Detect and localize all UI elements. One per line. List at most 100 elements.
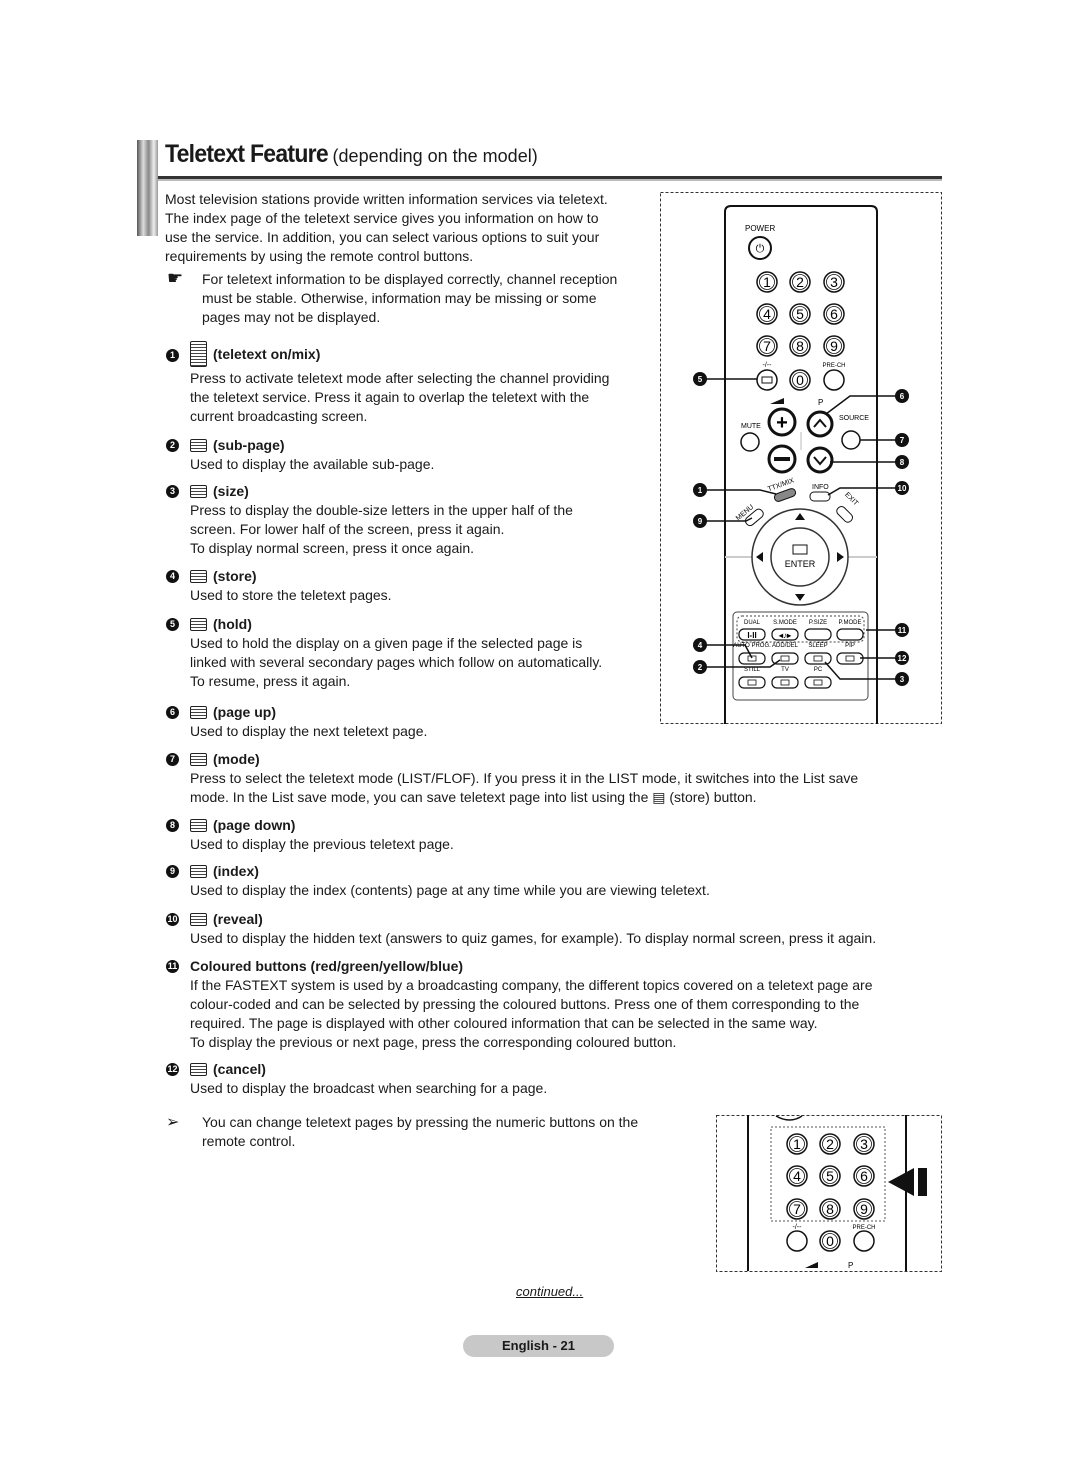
teletext-button-icon (190, 753, 207, 766)
info-label: INFO (812, 484, 829, 491)
teletext-button-icon (190, 618, 207, 631)
digit-label: 2 (796, 274, 804, 290)
teletext-button-icon (190, 1063, 207, 1076)
panel-button-label: ◂♪▸ (778, 631, 792, 640)
digit-label: 6 (860, 1168, 868, 1184)
panel-label: P.SIZE (809, 620, 827, 626)
text-line: Press to select the teletext mode (LIST/… (190, 770, 859, 786)
p-label: P (818, 398, 823, 407)
callout-number: 2 (698, 663, 703, 672)
text-line: the teletext service. Press it again to … (190, 389, 590, 405)
title-rule (158, 176, 942, 179)
item-number-badge: 4 (166, 570, 179, 583)
digit-label: 3 (830, 274, 838, 290)
digit-label: 7 (793, 1201, 801, 1217)
item-title: (sub-page) (213, 437, 285, 453)
dash-label: -/-- (763, 362, 773, 369)
intro-paragraph: Most television stations provide written… (165, 190, 608, 266)
p-label-2: P (848, 1261, 853, 1270)
item-heading: (store) (190, 567, 257, 586)
item-title: (index) (213, 863, 259, 879)
text-line: Used to display the index (contents) pag… (190, 882, 710, 898)
item-number-badge: 12 (166, 1063, 179, 1076)
item-heading: (hold) (190, 615, 252, 634)
digit-label: 6 (830, 306, 838, 322)
text-line: must be stable. Otherwise, information m… (202, 290, 597, 306)
item-number-badge: 5 (166, 618, 179, 631)
panel-button-label: I-II (747, 631, 756, 640)
callout-number: 4 (698, 641, 703, 650)
manual-page: Teletext Feature (depending on the model… (0, 0, 1080, 1474)
pointing-hand-icon: ☛ (167, 268, 184, 288)
item-description: Used to display the hidden text (answers… (190, 929, 876, 948)
text-line: Used to display the broadcast when searc… (190, 1080, 548, 1096)
item-description: Used to hold the display on a given page… (190, 634, 602, 691)
enter-label: ENTER (785, 559, 816, 569)
teletext-button-icon (190, 865, 207, 878)
item-description: Used to store the teletext pages. (190, 586, 392, 605)
item-number-badge: 6 (166, 706, 179, 719)
item-title: (page up) (213, 704, 276, 720)
callout-number: 12 (898, 654, 907, 663)
note-text: For teletext information to be displayed… (202, 270, 617, 327)
panel-button (804, 628, 832, 641)
item-heading: (mode) (190, 750, 260, 769)
exit-label: EXIT (843, 491, 859, 507)
side-button (786, 1230, 808, 1252)
item-number-badge: 11 (166, 960, 179, 973)
prech-label-2: PRE-CH (852, 1225, 875, 1231)
text-line: linked with several secondary pages whic… (190, 654, 603, 670)
mute-button (740, 432, 760, 452)
item-description: Used to display the next teletext page. (190, 722, 427, 741)
panel-label: STILL (744, 667, 761, 673)
text-line: To display normal screen, press it once … (190, 540, 475, 556)
item-number-badge: 1 (166, 348, 179, 362)
text-line: required. The page is displayed with oth… (190, 1015, 818, 1031)
mode-button (841, 430, 861, 450)
reveal-button (809, 491, 831, 502)
digit-label: 5 (796, 306, 804, 322)
text-line: requirements by using the remote control… (165, 248, 474, 264)
panel-label: SLEEP (808, 643, 827, 649)
enter-button (770, 527, 830, 587)
callout-number: 8 (900, 458, 905, 467)
continued-link: continued... (516, 1284, 584, 1299)
item-heading: (reveal) (190, 910, 263, 929)
item-number-badge: 9 (166, 865, 179, 878)
item-title: (page down) (213, 817, 296, 833)
item-heading: (sub-page) (190, 436, 285, 455)
text-line: use the service. In addition, you can se… (165, 229, 600, 245)
title-subtitle: (depending on the model) (332, 146, 538, 166)
text-line: You can change teletext pages by pressin… (202, 1114, 639, 1130)
item-title: (cancel) (213, 1061, 266, 1077)
panel-label: S.MODE (773, 620, 797, 626)
text-line: Used to display the available sub-page. (190, 456, 435, 472)
item-title: (store) (213, 568, 257, 584)
side-button (853, 1230, 875, 1252)
item-heading: (page down) (190, 816, 295, 835)
text-line: colour-coded and can be selected by pres… (190, 996, 860, 1012)
teletext-button-icon (190, 439, 207, 452)
text-line: Used to display the next teletext page. (190, 723, 428, 739)
teletext-button-icon (190, 485, 207, 498)
panel-label: AUTO PROG. (733, 643, 771, 649)
callout-number: 5 (698, 375, 703, 384)
digit-label: 9 (830, 338, 838, 354)
callout-number: 1 (698, 486, 703, 495)
panel-label: PIP (845, 643, 855, 649)
item-heading: (index) (190, 862, 259, 881)
digit-label: 3 (860, 1136, 868, 1152)
item-heading: Coloured buttons (red/green/yellow/blue) (190, 957, 463, 976)
title-main: Teletext Feature (165, 140, 329, 168)
teletext-button-icon (190, 819, 207, 832)
teletext-button-icon (190, 706, 207, 719)
item-title: Coloured buttons (red/green/yellow/blue) (190, 958, 464, 974)
item-description: Press to display the double-size letters… (190, 501, 573, 558)
page-title: Teletext Feature (depending on the model… (165, 140, 538, 169)
teletext-button-icon (190, 341, 207, 367)
text-line: Used to display the previous teletext pa… (190, 836, 454, 852)
prech-button (823, 369, 845, 391)
dash-label-2: -/-- (793, 1224, 803, 1231)
text-line: Used to hold the display on a given page… (190, 635, 583, 651)
prech-label: PRE-CH (822, 363, 845, 369)
